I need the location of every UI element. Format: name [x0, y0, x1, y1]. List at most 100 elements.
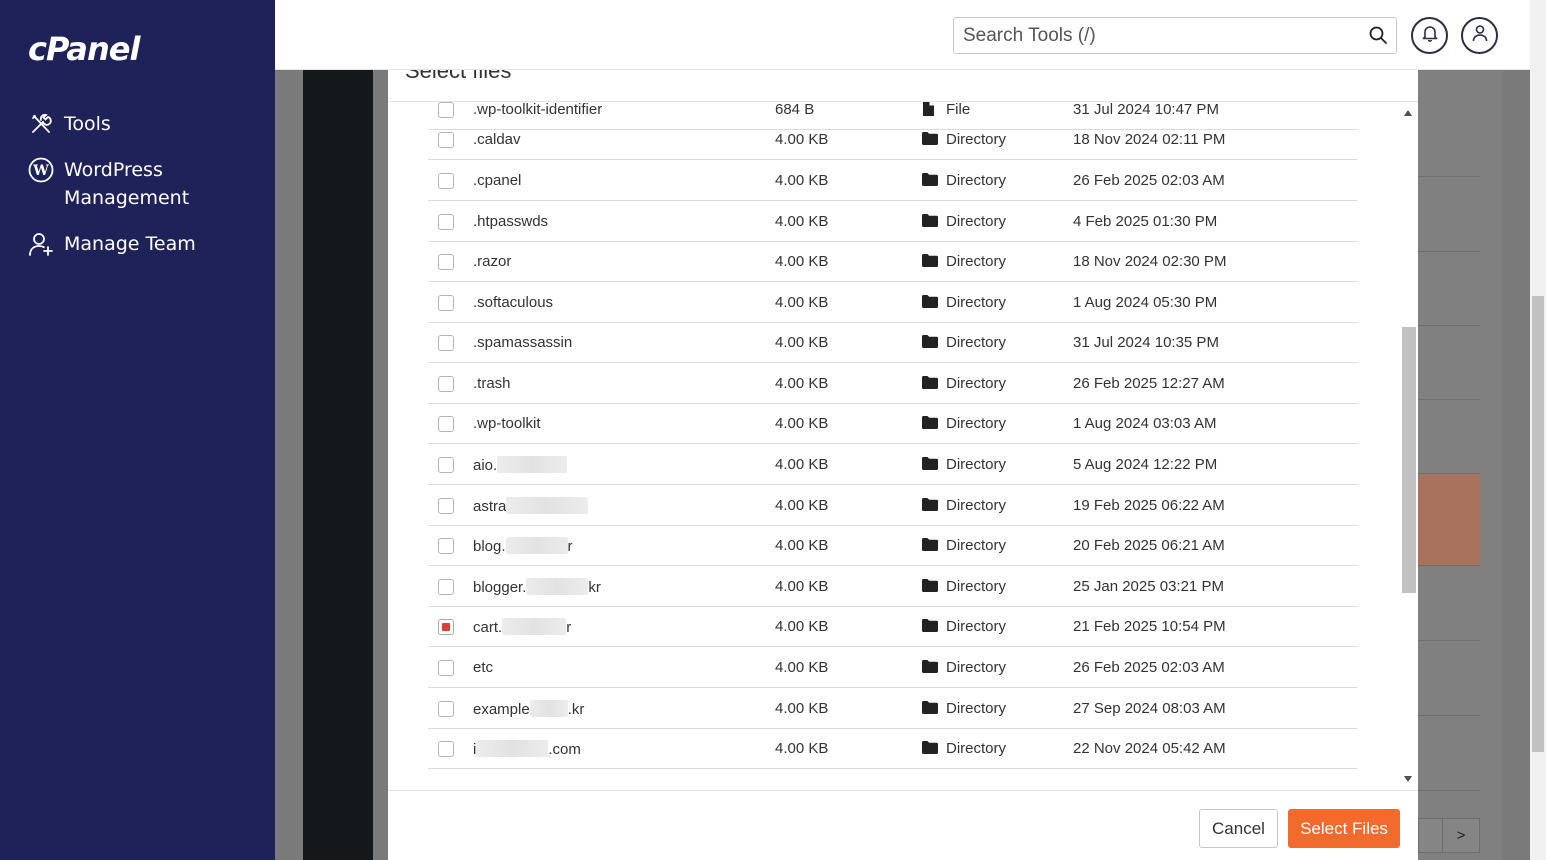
file-type: Directory: [946, 172, 1007, 189]
file-row[interactable]: blog. r 4.00 KB Directory 20 Feb 2025 06:21 …: [428, 525, 1358, 566]
file-row[interactable]: cart. r 4.00 KB Directory 21 Feb 2025 10:54 …: [428, 606, 1358, 647]
file-name: .softaculous: [473, 294, 553, 311]
file-size: 4.00 KB: [775, 172, 829, 189]
redacted-text: [476, 740, 549, 757]
sidebar-item-manage-team[interactable]: Manage Team: [28, 230, 196, 258]
file-name-text: .razor: [473, 253, 512, 270]
file-row[interactable]: example .kr 4.00 KB Directory 27 Sep 2024 08…: [428, 688, 1358, 729]
file-name-text: .cpanel: [473, 172, 522, 189]
backdrop-row: [1418, 102, 1480, 177]
file-name-text: .htpasswds: [473, 213, 549, 230]
file-checkbox[interactable]: [438, 376, 454, 392]
file-modified-date: 26 Feb 2025 02:03 AM: [1073, 659, 1225, 676]
user-icon: [1471, 24, 1489, 47]
sidebar-item-tools[interactable]: Tools: [28, 110, 111, 138]
file-checkbox[interactable]: [438, 295, 454, 311]
tools-icon: [28, 110, 54, 138]
search-input[interactable]: [954, 18, 1354, 53]
file-name-text: .softaculous: [473, 294, 554, 311]
file-type: Directory: [946, 415, 1007, 432]
file-type: Directory: [946, 618, 1007, 635]
file-checkbox[interactable]: [438, 498, 454, 514]
folder-icon: [922, 254, 938, 271]
file-checkbox[interactable]: [438, 701, 454, 717]
select-files-button[interactable]: Select Files: [1288, 809, 1400, 848]
file-row[interactable]: .wp-toolkit 4.00 KB Directory 1 Aug 2024 03…: [428, 403, 1358, 444]
file-name-text: blog.: [473, 538, 506, 555]
page-scroll-thumb[interactable]: [1532, 296, 1544, 752]
file-row[interactable]: .cpanel 4.00 KB Directory 26 Feb 2025 02:03…: [428, 160, 1358, 201]
scroll-thumb[interactable]: [1402, 327, 1416, 593]
top-header: [275, 0, 1530, 70]
cpanel-logo[interactable]: cPanel: [28, 30, 140, 68]
file-checkbox[interactable]: [438, 214, 454, 230]
cancel-button[interactable]: Cancel: [1199, 809, 1278, 848]
file-checkbox[interactable]: [438, 741, 454, 757]
file-checkbox[interactable]: [438, 619, 454, 635]
folder-icon: [922, 416, 938, 433]
file-row[interactable]: .razor 4.00 KB Directory 18 Nov 2024 02:30 …: [428, 241, 1358, 282]
file-checkbox[interactable]: [438, 335, 454, 351]
file-checkbox[interactable]: [438, 254, 454, 270]
file-name: example .kr: [473, 700, 584, 718]
file-type: Directory: [946, 497, 1007, 514]
file-row[interactable]: blogger. kr 4.00 KB Directory 25 Jan 2025 03…: [428, 566, 1358, 607]
sidebar-item-wordpress-management[interactable]: W WordPress Management: [28, 156, 189, 212]
file-modified-date: 26 Feb 2025 02:03 AM: [1073, 172, 1225, 189]
file-checkbox[interactable]: [438, 132, 454, 148]
sidebar-item-label-line1: WordPress: [64, 159, 163, 181]
file-name-suffix: .com: [548, 741, 581, 758]
scroll-up-arrow-icon[interactable]: [1404, 110, 1412, 116]
page-scrollbar[interactable]: [1530, 0, 1546, 860]
backdrop-row: [1418, 252, 1480, 326]
scroll-down-arrow-icon[interactable]: [1404, 776, 1412, 782]
file-modified-date: 27 Sep 2024 08:03 AM: [1073, 700, 1226, 717]
file-name: cart. r: [473, 618, 571, 636]
file-name-suffix: kr: [588, 579, 601, 596]
file-row[interactable]: etc 4.00 KB Directory 26 Feb 2025 02:03 AM: [428, 647, 1358, 688]
file-name: .razor: [473, 253, 511, 270]
file-checkbox[interactable]: [438, 579, 454, 595]
pagination-next[interactable]: >: [1442, 818, 1480, 853]
file-checkbox[interactable]: [438, 102, 454, 118]
folder-icon: [922, 741, 938, 758]
wordpress-icon: W: [28, 156, 54, 184]
file-size: 4.00 KB: [775, 618, 829, 635]
search-icon[interactable]: [1368, 25, 1388, 50]
file-row[interactable]: aio. 4.00 KB Directory 5 Aug 2024 12:22 PM: [428, 444, 1358, 485]
file-name-text: etc: [473, 659, 494, 676]
file-checkbox[interactable]: [438, 538, 454, 554]
file-row[interactable]: .caldav 4.00 KB Directory 18 Nov 2024 02:11…: [428, 119, 1358, 160]
dialog-title: Select files: [405, 70, 512, 83]
file-row[interactable]: .spamassassin 4.00 KB Directory 31 Jul 2024…: [428, 322, 1358, 363]
file-name-text: cart.: [473, 619, 503, 636]
file-checkbox[interactable]: [438, 457, 454, 473]
sidebar-item-label: Tools: [64, 113, 111, 135]
file-name-suffix: .kr: [567, 701, 585, 718]
file-type: Directory: [946, 578, 1007, 595]
file-row[interactable]: .trash 4.00 KB Directory 26 Feb 2025 12:27 …: [428, 363, 1358, 404]
notifications-button[interactable]: [1411, 17, 1448, 54]
file-modified-date: 31 Jul 2024 10:35 PM: [1073, 334, 1219, 351]
dialog-scrollbar[interactable]: [1400, 102, 1418, 790]
file-type: Directory: [946, 375, 1007, 392]
file-row[interactable]: i .com 4.00 KB Directory 22 Nov 2024 05:42 A…: [428, 728, 1358, 769]
file-row[interactable]: .htpasswds 4.00 KB Directory 4 Feb 2025 01:…: [428, 201, 1358, 242]
file-row[interactable]: astra 4.00 KB Directory 19 Feb 2025 06:22 A…: [428, 485, 1358, 526]
file-checkbox[interactable]: [438, 660, 454, 676]
dialog-header: Select files: [388, 70, 1418, 102]
file-size: 4.00 KB: [775, 700, 829, 717]
file-checkbox[interactable]: [438, 173, 454, 189]
file-name-text: .spamassassin: [473, 334, 573, 351]
file-modified-date: 26 Feb 2025 12:27 AM: [1073, 375, 1225, 392]
file-row[interactable]: .softaculous 4.00 KB Directory 1 Aug 2024 0…: [428, 282, 1358, 323]
file-name: .wp-toolkit-identifier: [473, 102, 602, 118]
file-name: aio.: [473, 456, 568, 474]
user-menu-button[interactable]: [1461, 17, 1498, 54]
backdrop-row: [1418, 400, 1480, 474]
file-size: 4.00 KB: [775, 659, 829, 676]
file-name-text: .trash: [473, 375, 511, 392]
file-checkbox[interactable]: [438, 416, 454, 432]
file-type: Directory: [946, 700, 1007, 717]
file-size: 4.00 KB: [775, 131, 829, 148]
